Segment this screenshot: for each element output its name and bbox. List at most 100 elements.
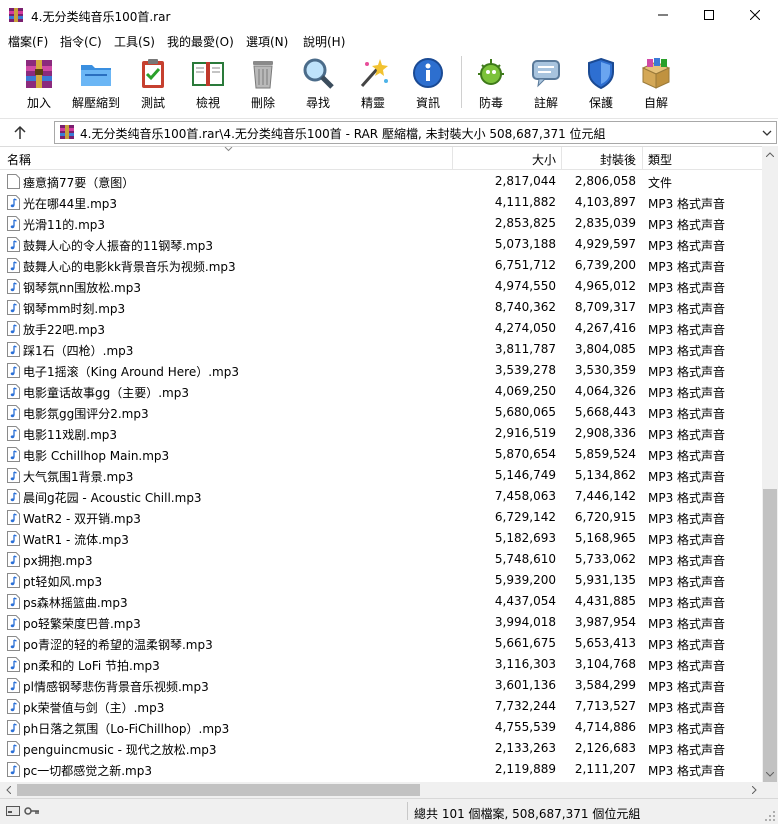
find-button[interactable]: 尋找 — [288, 52, 348, 112]
file-row[interactable]: ps森林摇篮曲.mp3 4,437,054 4,431,885 MP3 格式声音 — [0, 591, 762, 612]
file-type: MP3 格式声音 — [648, 323, 726, 337]
menu-file[interactable]: 檔案(F) — [8, 33, 48, 50]
path-field[interactable]: 4.无分类纯音乐100首.rar\4.无分类纯音乐100首 - RAR 壓縮檔,… — [54, 121, 777, 144]
file-row[interactable]: 电子1摇滚（King Around Here）.mp3 3,539,278 3,53… — [0, 360, 762, 381]
file-type: MP3 格式声音 — [648, 386, 726, 400]
file-type: MP3 格式声音 — [648, 302, 726, 316]
file-row[interactable]: 电影 Cchillhop Main.mp3 5,870,654 5,859,524 M… — [0, 444, 762, 465]
chevron-down-icon[interactable] — [760, 126, 774, 140]
toolbar: 加入 解壓縮到 測試 檢視 刪除 尋找 精靈 資訊 防毒 註解 保護 自解 — [0, 52, 778, 116]
horizontal-scroll-thumb[interactable] — [17, 784, 420, 796]
file-type: MP3 格式声音 — [648, 533, 726, 547]
comment-button[interactable]: 註解 — [516, 52, 576, 112]
scroll-down-arrow[interactable] — [762, 766, 778, 782]
scroll-left-arrow[interactable] — [0, 782, 16, 798]
file-row[interactable]: 电影氛gg围评分2.mp3 5,680,065 5,668,443 MP3 格式声音 — [0, 402, 762, 423]
file-row[interactable]: 电影11戏剧.mp3 2,916,519 2,908,336 MP3 格式声音 — [0, 423, 762, 444]
up-arrow-icon[interactable] — [10, 123, 30, 143]
extract-to-button[interactable]: 解壓縮到 — [66, 52, 126, 112]
file-name: po轻繁荣度巴普.mp3 — [23, 617, 141, 631]
file-row[interactable]: pn柔和的 LoFi 节拍.mp3 3,116,303 3,104,768 MP3 格… — [0, 654, 762, 675]
menu-tools[interactable]: 工具(S) — [114, 33, 155, 50]
file-type: MP3 格式声音 — [648, 575, 726, 589]
file-row[interactable]: 踩1石（四枪）.mp3 3,811,787 3,804,085 MP3 格式声音 — [0, 339, 762, 360]
resize-grip-icon[interactable] — [764, 810, 776, 822]
virus-scan-label: 防毒 — [478, 96, 503, 110]
add-label: 加入 — [26, 96, 51, 110]
file-packed-size: 5,931,135 — [574, 573, 636, 587]
file-row[interactable]: po青涩的轻的希望的温柔钢琴.mp3 5,661,675 5,653,413 MP3 … — [0, 633, 762, 654]
menu-help[interactable]: 說明(H) — [303, 33, 345, 50]
file-row[interactable]: 瘗意摘77要（意图） 2,817,044 2,806,058 文件 — [0, 171, 762, 192]
file-row[interactable]: po轻繁荣度巴普.mp3 3,994,018 3,987,954 MP3 格式声音 — [0, 612, 762, 633]
column-divider[interactable] — [642, 147, 643, 169]
menu-commands[interactable]: 指令(C) — [60, 33, 102, 50]
file-row[interactable]: pl情感钢琴悲伤背景音乐视频.mp3 3,601,136 3,584,299 MP3 … — [0, 675, 762, 696]
maximize-button[interactable] — [686, 0, 732, 30]
file-row[interactable]: penguincmusic - 现代之放松.mp3 2,133,263 2,126,… — [0, 738, 762, 759]
vertical-scroll-thumb[interactable] — [763, 489, 777, 805]
column-divider[interactable] — [561, 147, 562, 169]
horizontal-scrollbar[interactable] — [0, 782, 762, 798]
info-icon — [413, 58, 443, 88]
file-packed-size: 5,134,862 — [574, 468, 636, 482]
file-row[interactable]: 晨间g花园 - Acoustic Chill.mp3 7,458,063 7,446… — [0, 486, 762, 507]
add-button[interactable]: 加入 — [9, 52, 69, 112]
file-packed-size: 6,720,915 — [574, 510, 636, 524]
file-packed-size: 3,804,085 — [574, 342, 636, 356]
minimize-button[interactable] — [640, 0, 686, 30]
file-packed-size: 5,859,524 — [574, 447, 636, 461]
file-packed-size: 3,530,359 — [574, 363, 636, 377]
file-packed-size: 3,104,768 — [574, 657, 636, 671]
file-row[interactable]: pc一切都感觉之新.mp3 2,119,889 2,111,207 MP3 格式声音 — [0, 759, 762, 780]
sfx-button[interactable]: 自解 — [626, 52, 686, 112]
close-button[interactable] — [732, 0, 778, 30]
file-row[interactable]: px拥抱.mp3 5,748,610 5,733,062 MP3 格式声音 — [0, 549, 762, 570]
column-packed[interactable]: 封裝後 — [600, 151, 636, 168]
delete-button[interactable]: 刪除 — [233, 52, 293, 112]
music-file-icon — [7, 510, 20, 525]
test-button[interactable]: 測試 — [123, 52, 183, 112]
file-size: 2,916,519 — [494, 426, 556, 440]
file-packed-size: 3,584,299 — [574, 678, 636, 692]
file-row[interactable]: 鼓舞人心的令人振奋的11钢琴.mp3 5,073,188 4,929,597 MP3 … — [0, 234, 762, 255]
protect-button[interactable]: 保護 — [571, 52, 631, 112]
file-name: pn柔和的 LoFi 节拍.mp3 — [23, 659, 160, 673]
file-row[interactable]: 光滑11的.mp3 2,853,825 2,835,039 MP3 格式声音 — [0, 213, 762, 234]
music-file-icon — [7, 258, 20, 273]
menu-options[interactable]: 選項(N) — [246, 33, 288, 50]
file-row[interactable]: pk荣誉值与剑（主）.mp3 7,732,244 7,713,527 MP3 格式声音 — [0, 696, 762, 717]
wizard-button[interactable]: 精靈 — [343, 52, 403, 112]
file-row[interactable]: 鼓舞人心的电影kk背景音乐为视频.mp3 6,751,712 6,739,200 MP… — [0, 255, 762, 276]
file-size: 5,146,749 — [494, 468, 556, 482]
view-button[interactable]: 檢視 — [178, 52, 238, 112]
file-icon — [7, 174, 20, 189]
file-row[interactable]: ph日落之氛围（Lo-FiChillhop）.mp3 4,755,539 4,714… — [0, 717, 762, 738]
file-packed-size: 8,709,317 — [574, 300, 636, 314]
vertical-scrollbar[interactable] — [762, 146, 778, 805]
column-type[interactable]: 類型 — [648, 151, 672, 168]
file-row[interactable]: WatR2 - 双开销.mp3 6,729,142 6,720,915 MP3 格式声… — [0, 507, 762, 528]
file-row[interactable]: 光在哪44里.mp3 4,111,882 4,103,897 MP3 格式声音 — [0, 192, 762, 213]
scroll-right-arrow[interactable] — [746, 782, 762, 798]
menu-bar: 檔案(F) 指令(C) 工具(S) 我的最愛(O) 選項(N) 說明(H) — [0, 30, 778, 50]
column-divider[interactable] — [452, 147, 453, 169]
column-name[interactable]: 名稱 — [7, 151, 31, 168]
file-row[interactable]: 电影童话故事gg（主要）.mp3 4,069,250 4,064,326 MP3 格式… — [0, 381, 762, 402]
file-size: 3,116,303 — [494, 657, 556, 671]
scroll-corner — [762, 782, 778, 798]
virus-scan-button[interactable]: 防毒 — [461, 52, 521, 112]
menu-favorites[interactable]: 我的最愛(O) — [167, 33, 234, 50]
info-button[interactable]: 資訊 — [398, 52, 458, 112]
file-type: 文件 — [648, 176, 673, 190]
file-row[interactable]: 大气氛围1背景.mp3 5,146,749 5,134,862 MP3 格式声音 — [0, 465, 762, 486]
file-row[interactable]: 钢琴氛nn围放松.mp3 4,974,550 4,965,012 MP3 格式声音 — [0, 276, 762, 297]
file-size: 5,939,200 — [494, 573, 556, 587]
file-row[interactable]: 放手22吧.mp3 4,274,050 4,267,416 MP3 格式声音 — [0, 318, 762, 339]
music-file-icon — [7, 426, 20, 441]
column-size[interactable]: 大小 — [532, 151, 556, 168]
file-row[interactable]: WatR1 - 流体.mp3 5,182,693 5,168,965 MP3 格式声音 — [0, 528, 762, 549]
file-row[interactable]: pt轻如风.mp3 5,939,200 5,931,135 MP3 格式声音 — [0, 570, 762, 591]
file-row[interactable]: 钢琴mm时刻.mp3 8,740,362 8,709,317 MP3 格式声音 — [0, 297, 762, 318]
scroll-up-arrow[interactable] — [762, 146, 778, 162]
